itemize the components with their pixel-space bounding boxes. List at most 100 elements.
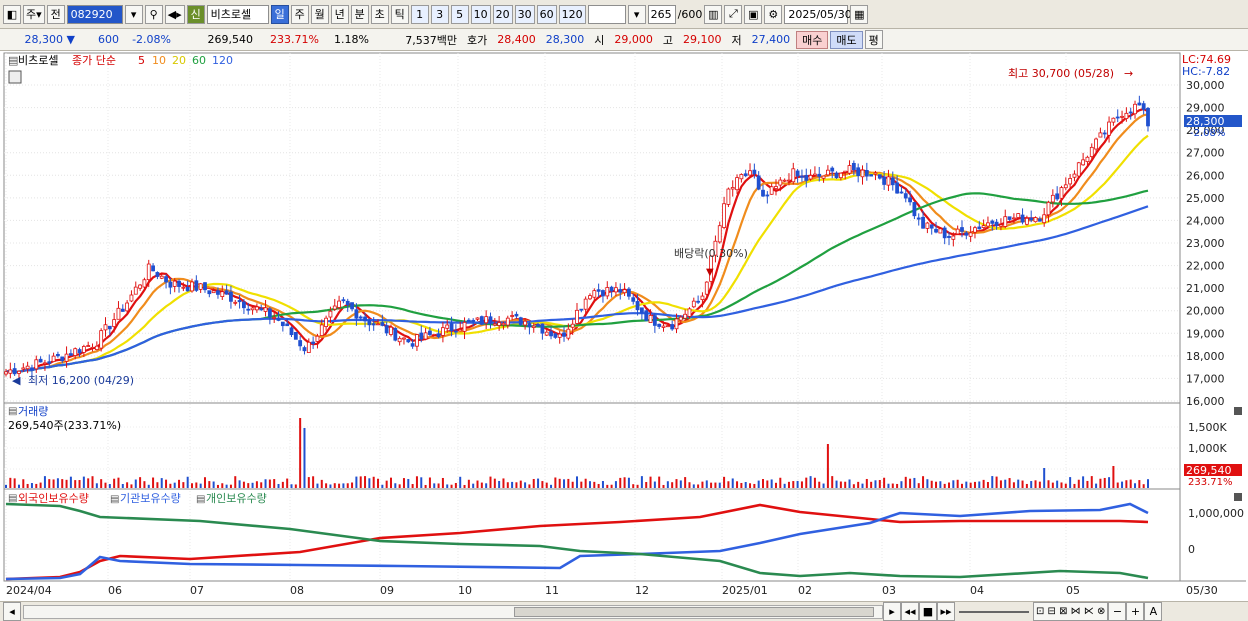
draw-icon[interactable]: ⤢ [724, 4, 743, 24]
candle-body [687, 308, 692, 317]
text-size-icon[interactable]: A [1144, 602, 1163, 621]
toggle-icon[interactable] [8, 70, 22, 84]
stock-code-input[interactable]: 082920 [66, 4, 123, 24]
zoom-in-icon[interactable]: + [1126, 602, 1145, 621]
vol-close-icon[interactable] [1234, 407, 1242, 415]
price-tick-label: 27,000 [1186, 147, 1225, 160]
candle-body [588, 295, 592, 300]
eval-button[interactable]: 평 [864, 30, 883, 49]
tab-tick[interactable]: 틱 [390, 4, 409, 24]
candle-body [778, 179, 783, 186]
zoom-slider[interactable] [959, 610, 1029, 613]
stop-icon[interactable]: ■ [919, 602, 937, 621]
candle-body [328, 310, 333, 318]
count-input[interactable]: 265 [647, 4, 676, 24]
candle-body [319, 324, 324, 336]
code-dropdown-icon[interactable]: ▾ [124, 4, 143, 24]
candle-body [259, 308, 264, 311]
forward-icon[interactable]: ▸▸ [937, 602, 955, 621]
sell-button[interactable]: 매도 [830, 30, 863, 49]
chart-area[interactable]: 30,000 29,000 28,000 27,000 26,000 25,000 24,0… [0, 51, 1248, 601]
tab-day[interactable]: 일 [270, 4, 289, 24]
volume-bar [636, 484, 639, 488]
volume-bar [883, 477, 886, 488]
interval-custom-input[interactable] [587, 4, 626, 24]
rewind-icon[interactable]: ◂◂ [901, 602, 919, 621]
save-icon[interactable]: ▣ [744, 4, 763, 24]
buy-button[interactable]: 매수 [796, 30, 829, 49]
interval-10[interactable]: 10 [470, 4, 491, 24]
interval-dropdown-icon[interactable]: ▾ [627, 4, 646, 24]
calendar-icon[interactable]: ▦ [850, 4, 869, 24]
tab-second[interactable]: 초 [370, 4, 389, 24]
vol-panel-menu-icon[interactable]: ▤ [8, 406, 17, 417]
date-input[interactable]: 2025/05/30 [784, 4, 852, 24]
interval-30[interactable]: 30 [514, 4, 535, 24]
volume-bar [627, 477, 630, 488]
candle-body [216, 290, 220, 295]
volume-bar [130, 484, 133, 488]
volume-bar [1012, 482, 1015, 488]
play-icon[interactable]: ▸ [883, 602, 901, 621]
tab-week[interactable]: 주 [290, 4, 309, 24]
hold-close-icon[interactable] [1234, 493, 1242, 501]
volume-bar [956, 479, 959, 488]
chart-svg[interactable]: 30,00029,00028,00027,00026,00025,00024,0… [0, 51, 1248, 601]
scroll-thumb[interactable] [514, 606, 874, 617]
candle-body [886, 176, 891, 186]
hold-panel-menu-icon[interactable]: ▤ [8, 493, 17, 504]
candle-body [890, 177, 895, 186]
volume-bar [619, 477, 622, 488]
candle-body [579, 308, 584, 311]
volume-bar [502, 478, 505, 488]
volume-bar [247, 483, 250, 488]
candle-body [804, 174, 809, 181]
volume-bar [389, 477, 392, 488]
volume-bar [441, 477, 444, 488]
scroll-left-icon[interactable]: ◂ [3, 602, 21, 621]
interval-60[interactable]: 60 [536, 4, 557, 24]
candle-body [298, 340, 303, 347]
candle-body [1124, 112, 1129, 119]
interval-20[interactable]: 20 [492, 4, 513, 24]
candle-body [393, 328, 398, 341]
interval-5[interactable]: 5 [450, 4, 469, 24]
gear-icon[interactable]: ⚙ [764, 4, 783, 24]
scroll-track[interactable] [23, 604, 883, 619]
date-tick-label: 10 [458, 584, 472, 597]
candle-body [1128, 111, 1133, 114]
tab-year[interactable]: 년 [330, 4, 349, 24]
chart-settings-icon[interactable]: ◧ [3, 4, 21, 24]
interval-1[interactable]: 1 [410, 4, 429, 24]
volume-bar [121, 484, 124, 488]
stock-name-field[interactable]: 비츠로셀 [206, 4, 269, 24]
prev-button[interactable]: 전 [46, 4, 65, 24]
tab-month[interactable]: 월 [310, 4, 329, 24]
candle-icon[interactable]: ▥ [704, 4, 723, 24]
candle-body [21, 367, 26, 370]
tool-icons[interactable]: ⊡ ⊟ ⊠ ⋈ ⋉ ⊗ [1033, 602, 1109, 621]
candle-body [43, 362, 47, 365]
interval-120[interactable]: 120 [558, 4, 586, 24]
candle-body [164, 276, 168, 283]
tab-minute[interactable]: 분 [350, 4, 369, 24]
mode-select[interactable]: 주 ▾ [23, 4, 45, 24]
candle-body [955, 228, 960, 235]
interval-3[interactable]: 3 [430, 4, 449, 24]
panel-menu-icon[interactable]: ▤ [8, 54, 18, 67]
search-icon[interactable]: ⚲ [144, 4, 163, 24]
volume-bar [614, 481, 617, 488]
new-badge[interactable]: 신 [186, 4, 205, 24]
date-tick-label: 06 [108, 584, 122, 597]
candle-body [575, 309, 579, 324]
zoom-out-icon[interactable]: − [1108, 602, 1127, 621]
open-price: 29,000 [614, 33, 653, 46]
candle-body [99, 330, 104, 349]
candle-body [644, 310, 649, 321]
sound-icon[interactable]: ◀▸ [164, 4, 185, 24]
ma-label: 종가 단순 [72, 54, 116, 67]
volume-bar [39, 482, 42, 488]
candle-body [471, 319, 476, 322]
candle-body [81, 346, 86, 353]
price-tick-label: 17,000 [1186, 372, 1225, 385]
